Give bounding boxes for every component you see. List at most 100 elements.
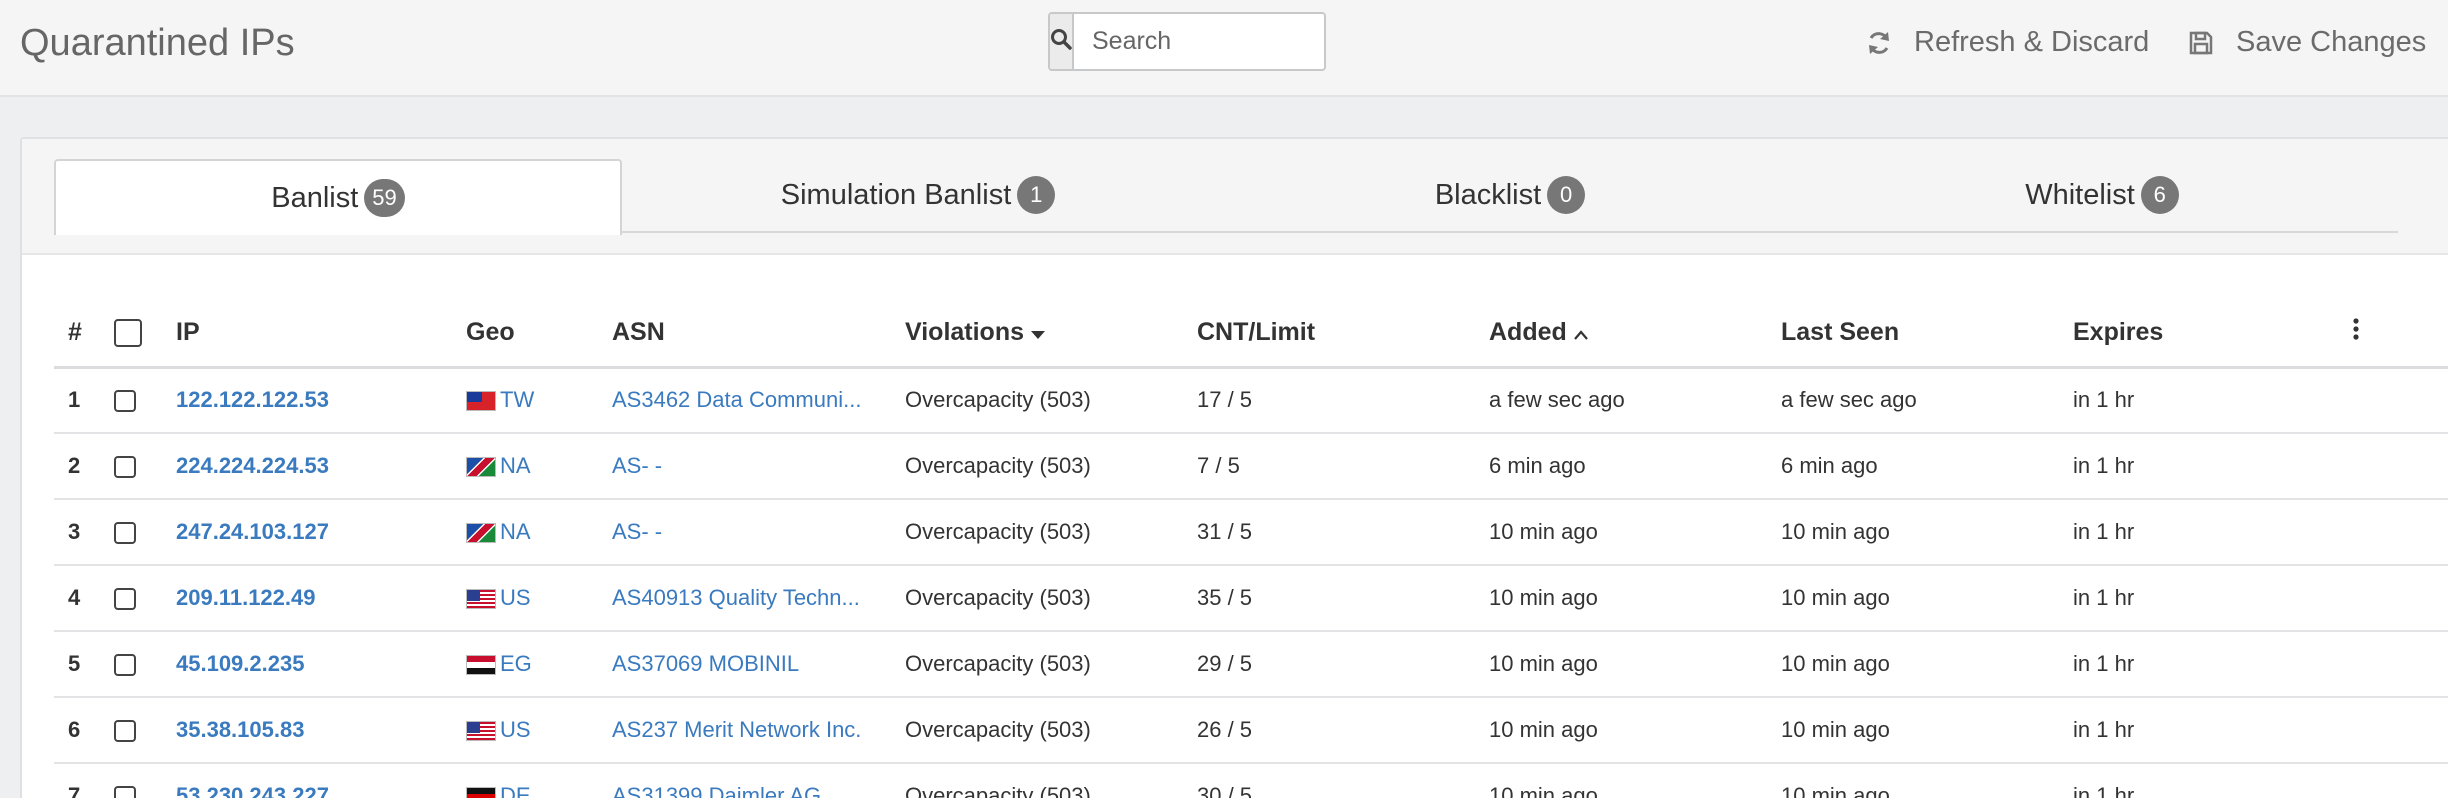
row-select-cell xyxy=(114,367,176,434)
added-cell: 6 min ago xyxy=(1489,433,1781,500)
col-header-cnt-limit[interactable]: CNT/Limit xyxy=(1197,299,1489,369)
col-header-added-cell[interactable]: Added xyxy=(1489,299,1781,369)
geo-link[interactable]: EG xyxy=(500,651,532,676)
asn-link[interactable]: AS- - xyxy=(612,453,662,478)
asn-link[interactable]: AS237 Merit Network Inc. xyxy=(612,717,861,742)
search-input[interactable] xyxy=(1074,14,1324,69)
asn-link[interactable]: AS31399 Daimler AG xyxy=(612,783,821,798)
refresh-icon xyxy=(1866,30,1892,56)
cnt-limit-cell: 29 / 5 xyxy=(1197,631,1489,698)
expires-cell: in 1 hr xyxy=(2073,697,2352,764)
table-row[interactable]: 2 224.224.224.53 NA AS- - Overcapacity (… xyxy=(54,433,2448,500)
flag-us-icon xyxy=(466,589,496,610)
row-checkbox[interactable] xyxy=(114,588,136,611)
expires-cell: in 1 hr xyxy=(2073,565,2352,632)
row-select-cell xyxy=(114,565,176,632)
row-select-cell xyxy=(114,697,176,764)
geo-link[interactable]: US xyxy=(500,717,531,742)
asn-link[interactable]: AS3462 Data Communi... xyxy=(612,387,861,412)
asn-cell: AS- - xyxy=(612,433,905,500)
geo-cell: NA xyxy=(466,433,612,500)
page-title: Quarantined IPs xyxy=(20,22,295,64)
select-all-cell xyxy=(114,299,176,369)
table-row[interactable]: 1 122.122.122.53 TW AS3462 Data Communi.… xyxy=(54,367,2448,434)
row-checkbox[interactable] xyxy=(114,654,136,677)
table-header-row: # IP Geo ASN Violations CNT/Limit Added … xyxy=(54,299,2448,369)
search-icon xyxy=(1050,28,1072,55)
row-number: 2 xyxy=(54,433,114,500)
geo-cell: EG xyxy=(466,631,612,698)
tab-whitelist[interactable]: Whitelist 6 xyxy=(1806,159,2398,233)
col-header-violations-cell[interactable]: Violations xyxy=(905,299,1197,369)
asn-link[interactable]: AS40913 Quality Techn... xyxy=(612,585,860,610)
geo-link[interactable]: DE xyxy=(500,783,531,798)
geo-link[interactable]: NA xyxy=(500,453,531,478)
table-row[interactable]: 6 35.38.105.83 US AS237 Merit Network In… xyxy=(54,697,2448,764)
select-all-checkbox[interactable] xyxy=(114,318,142,347)
row-number: 1 xyxy=(54,367,114,434)
col-header-violations: Violations xyxy=(905,317,1025,346)
added-cell: 10 min ago xyxy=(1489,763,1781,798)
col-header-geo[interactable]: Geo xyxy=(466,299,612,369)
col-header-last-seen[interactable]: Last Seen xyxy=(1781,299,2073,369)
ip-link[interactable]: 122.122.122.53 xyxy=(176,387,329,412)
kebab-menu-icon xyxy=(2352,318,2360,347)
last-seen-cell: a few sec ago xyxy=(1781,367,2073,434)
tab-simulation-banlist[interactable]: Simulation Banlist 1 xyxy=(622,159,1214,233)
tab-banlist[interactable]: Banlist 59 xyxy=(54,159,622,235)
ip-link[interactable]: 53.230.243.227 xyxy=(176,783,329,798)
asn-link[interactable]: AS- - xyxy=(612,519,662,544)
count-badge: 59 xyxy=(364,179,405,217)
violations-cell: Overcapacity (503) xyxy=(905,433,1197,500)
asn-cell: AS40913 Quality Techn... xyxy=(612,565,905,632)
ip-link[interactable]: 247.24.103.127 xyxy=(176,519,329,544)
table-row[interactable]: 7 53.230.243.227 DE AS31399 Daimler AG O… xyxy=(54,763,2448,798)
row-number: 5 xyxy=(54,631,114,698)
ip-cell: 53.230.243.227 xyxy=(176,763,466,798)
row-number: 3 xyxy=(54,499,114,566)
row-actions-cell xyxy=(2352,763,2448,798)
refresh-discard-button[interactable]: Refresh & Discard xyxy=(1866,26,2149,59)
col-header-asn[interactable]: ASN xyxy=(612,299,905,369)
count-badge: 1 xyxy=(1017,176,1056,214)
asn-cell: AS- - xyxy=(612,499,905,566)
count-badge: 0 xyxy=(1547,176,1586,214)
geo-link[interactable]: NA xyxy=(500,519,531,544)
chevron-up-icon xyxy=(1573,324,1589,344)
row-checkbox[interactable] xyxy=(114,390,136,413)
flag-na-icon xyxy=(466,457,496,478)
geo-cell: TW xyxy=(466,367,612,434)
table-row[interactable]: 4 209.11.122.49 US AS40913 Quality Techn… xyxy=(54,565,2448,632)
row-number: 4 xyxy=(54,565,114,632)
row-checkbox[interactable] xyxy=(114,522,136,545)
cnt-limit-cell: 17 / 5 xyxy=(1197,367,1489,434)
geo-link[interactable]: TW xyxy=(500,387,534,412)
asn-link[interactable]: AS37069 MOBINIL xyxy=(612,651,799,676)
col-header-ip[interactable]: IP xyxy=(176,299,466,369)
ip-link[interactable]: 45.109.2.235 xyxy=(176,651,304,676)
row-checkbox[interactable] xyxy=(114,786,136,798)
table-row[interactable]: 3 247.24.103.127 NA AS- - Overcapacity (… xyxy=(54,499,2448,566)
tab-label: Whitelist xyxy=(2025,178,2135,211)
col-header-expires[interactable]: Expires xyxy=(2073,299,2352,369)
ip-link[interactable]: 209.11.122.49 xyxy=(176,585,315,610)
ip-link[interactable]: 35.38.105.83 xyxy=(176,717,304,742)
expires-cell: in 1 hr xyxy=(2073,367,2352,434)
save-changes-button[interactable]: Save Changes xyxy=(2188,26,2426,59)
row-select-cell xyxy=(114,763,176,798)
violations-cell: Overcapacity (503) xyxy=(905,631,1197,698)
caret-down-icon xyxy=(1030,324,1046,344)
ip-link[interactable]: 224.224.224.53 xyxy=(176,453,329,478)
table-row[interactable]: 5 45.109.2.235 EG AS37069 MOBINIL Overca… xyxy=(54,631,2448,698)
geo-link[interactable]: US xyxy=(500,585,531,610)
column-menu-button[interactable] xyxy=(2352,299,2448,369)
row-checkbox[interactable] xyxy=(114,456,136,479)
row-actions-cell xyxy=(2352,367,2448,434)
tab-blacklist[interactable]: Blacklist 0 xyxy=(1214,159,1806,233)
search-button[interactable] xyxy=(1050,14,1074,69)
row-checkbox[interactable] xyxy=(114,720,136,743)
search-box xyxy=(1048,12,1326,71)
violations-cell: Overcapacity (503) xyxy=(905,565,1197,632)
flag-eg-icon xyxy=(466,655,496,676)
flag-na-icon xyxy=(466,523,496,544)
